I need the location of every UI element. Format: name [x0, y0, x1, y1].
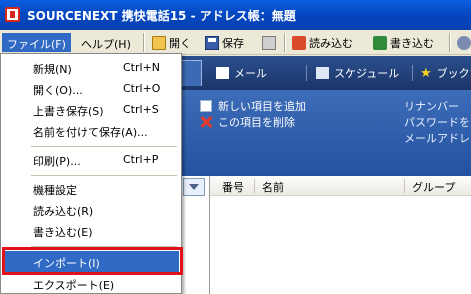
- toolbar-separator: [284, 33, 286, 52]
- menu-item-shortcut: Ctrl+N: [123, 61, 161, 74]
- printer-icon: [262, 35, 276, 50]
- envelope-icon: [216, 67, 229, 79]
- menu-file[interactable]: ファイル(F): [2, 33, 71, 52]
- field-hint: リナンバー: [404, 100, 459, 113]
- write-button[interactable]: 書き込む: [373, 33, 434, 52]
- save-button-label: 保存: [222, 36, 244, 50]
- menu-item-print[interactable]: 印刷(P)... Ctrl+P: [3, 149, 179, 170]
- tab-bookmark[interactable]: ★ ブックマ: [420, 61, 471, 85]
- menu-item-label: 新規(N): [33, 63, 72, 76]
- menu-item-label: エクスポート(E): [33, 279, 115, 292]
- read-button[interactable]: 読み込む: [292, 33, 353, 52]
- print-button[interactable]: [262, 33, 276, 52]
- settings-button[interactable]: [457, 33, 471, 52]
- tab-separator: [412, 65, 413, 81]
- open-folder-icon: [152, 35, 166, 50]
- menu-item-shortcut: Ctrl+O: [123, 82, 161, 95]
- add-item-icon: [200, 100, 212, 112]
- read-button-label: 読み込む: [309, 36, 353, 50]
- read-phone-icon: [292, 35, 306, 50]
- menu-item-label: 上書き保存(S): [33, 105, 104, 118]
- delete-x-icon: [200, 116, 212, 128]
- grid-header: 番号 名前 グループ: [210, 176, 471, 196]
- menu-item-open[interactable]: 開く(O)... Ctrl+O: [3, 78, 179, 99]
- menu-item-save-as[interactable]: 名前を付けて保存(A)...: [3, 120, 179, 141]
- gear-icon: [457, 35, 471, 50]
- save-disk-icon: [205, 35, 219, 50]
- menu-separator: [31, 146, 177, 147]
- menu-item-export[interactable]: エクスポート(E): [3, 273, 179, 294]
- tab-addressbook[interactable]: [180, 60, 202, 86]
- field-hint: メールアドレ: [404, 132, 470, 145]
- address-grid: 番号 名前 グループ: [210, 176, 471, 294]
- toolbar-separator: [143, 33, 145, 52]
- calendar-icon: [316, 67, 329, 79]
- column-name[interactable]: 名前: [262, 179, 284, 195]
- write-phone-icon: [373, 35, 387, 50]
- save-button[interactable]: 保存: [205, 33, 244, 52]
- menu-item-device-settings[interactable]: 機種設定: [3, 178, 179, 199]
- action-panel: 新しい項目を追加 この項目を削除 リナンバー パスワードを メールアドレ: [180, 90, 471, 176]
- column-number[interactable]: 番号: [222, 179, 244, 195]
- menu-bar: ファイル(F) ヘルプ(H) 開く 保存 読み込む 書き込む: [0, 30, 471, 55]
- open-button[interactable]: 開く: [152, 33, 191, 52]
- menu-item-save[interactable]: 上書き保存(S) Ctrl+S: [3, 99, 179, 120]
- toolbar-separator: [449, 33, 451, 52]
- tab-strip: メール スケジュール ★ ブックマ: [180, 56, 471, 90]
- add-item-label: 新しい項目を追加: [218, 100, 306, 113]
- menu-item-label: 読み込む(R): [33, 205, 94, 218]
- tab-schedule-label: スケジュール: [334, 67, 400, 80]
- field-hint: パスワードを: [404, 116, 470, 129]
- highlight-callout: [2, 247, 183, 275]
- menu-item-read[interactable]: 読み込む(R): [3, 199, 179, 220]
- menu-item-shortcut: Ctrl+P: [123, 153, 159, 166]
- tab-bookmark-label: ブックマ: [436, 67, 471, 80]
- menu-separator: [31, 175, 177, 176]
- tab-mail[interactable]: メール: [216, 61, 267, 85]
- tab-separator: [306, 65, 307, 81]
- menu-item-shortcut: Ctrl+S: [123, 103, 159, 116]
- tab-mail-label: メール: [234, 67, 267, 80]
- menu-item-label: 機種設定: [33, 184, 77, 197]
- menu-item-label: 印刷(P)...: [33, 155, 81, 168]
- delete-item-link[interactable]: この項目を削除: [200, 114, 295, 130]
- column-divider[interactable]: [404, 179, 405, 193]
- menu-item-write[interactable]: 書き込む(E): [3, 220, 179, 241]
- write-button-label: 書き込む: [390, 36, 434, 50]
- star-icon: ★: [420, 65, 432, 81]
- title-bar: SOURCENEXT 携快電話15 - アドレス帳：無題: [0, 0, 471, 30]
- menu-item-label: 開く(O)...: [33, 84, 83, 97]
- menu-item-new[interactable]: 新規(N) Ctrl+N: [3, 57, 179, 78]
- menu-item-label: 書き込む(E): [33, 226, 93, 239]
- tab-schedule[interactable]: スケジュール: [316, 61, 399, 85]
- window-title: SOURCENEXT 携快電話15 - アドレス帳：無題: [27, 9, 296, 23]
- delete-item-label: この項目を削除: [218, 116, 295, 129]
- app-icon[interactable]: [5, 7, 20, 22]
- menu-help[interactable]: ヘルプ(H): [76, 33, 136, 52]
- column-group[interactable]: グループ: [412, 179, 455, 195]
- open-button-label: 開く: [169, 36, 191, 50]
- column-divider[interactable]: [254, 179, 255, 193]
- folder-dropdown-arrow[interactable]: [183, 178, 205, 196]
- add-item-link[interactable]: 新しい項目を追加: [200, 98, 306, 114]
- menu-item-label: 名前を付けて保存(A)...: [33, 126, 148, 139]
